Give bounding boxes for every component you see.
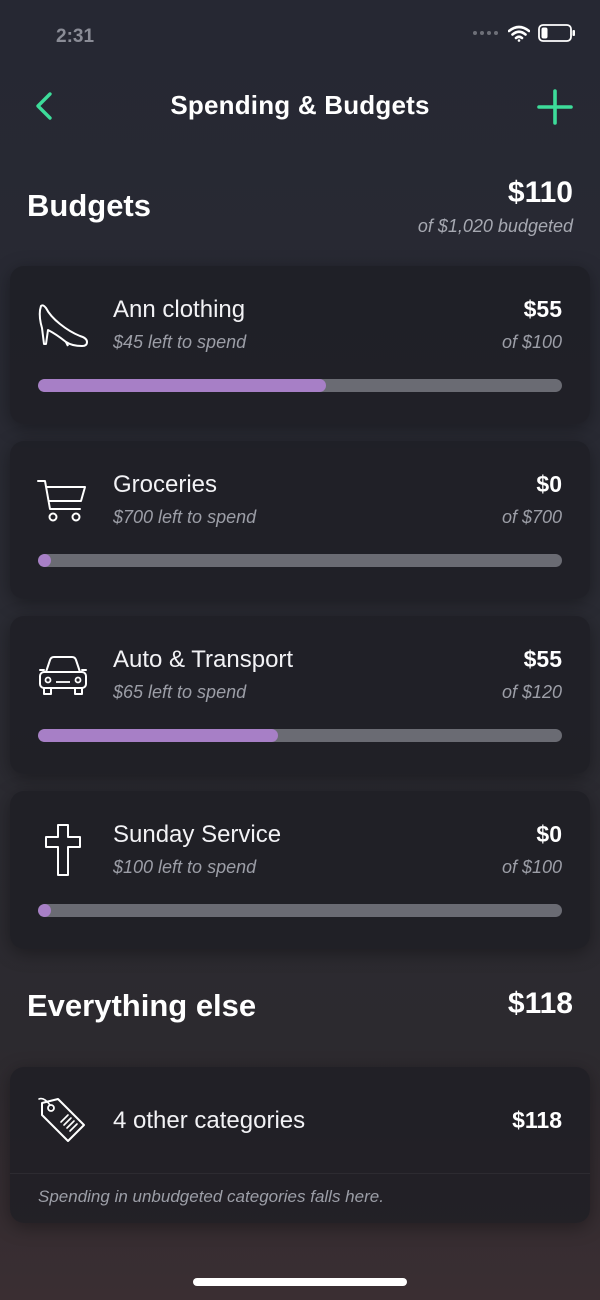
budget-limit: of $700	[501, 507, 562, 527]
budgets-total-budgeted: of $1,020 budgeted	[417, 216, 573, 236]
everything-else-total: $118	[507, 987, 573, 1020]
budgets-total-spent: $110	[507, 176, 573, 209]
budget-card[interactable]: Auto & Transport $65 left to spend $55 o…	[10, 616, 590, 774]
price-tag-icon	[36, 1093, 90, 1147]
budget-progress-fill	[38, 554, 51, 567]
budget-spent: $0	[536, 821, 562, 847]
budget-left-to-spend: $45 left to spend	[113, 332, 247, 352]
cellular-signal-icon	[473, 31, 498, 35]
budgets-title: Budgets	[27, 188, 151, 223]
budget-spent: $55	[523, 296, 562, 322]
budget-left-to-spend: $700 left to spend	[113, 507, 257, 527]
everything-else-header: Everything else $118	[27, 984, 573, 1030]
divider	[10, 1173, 590, 1174]
budget-limit: of $100	[501, 857, 562, 877]
budget-progress-fill	[38, 379, 327, 392]
home-indicator[interactable]	[193, 1278, 407, 1286]
navigation-bar: Spending & Budgets	[0, 74, 600, 138]
budget-card[interactable]: Ann clothing $45 left to spend $55 of $1…	[10, 266, 590, 424]
car-icon	[36, 648, 90, 702]
other-categories-amount: $118	[512, 1107, 562, 1133]
budget-progress-fill	[38, 729, 278, 742]
unbudgeted-note: Spending in unbudgeted categories falls …	[38, 1187, 384, 1206]
budget-left-to-spend: $65 left to spend	[113, 682, 247, 702]
budget-limit: of $100	[501, 332, 562, 352]
other-categories-card[interactable]: 4 other categories $118 Spending in unbu…	[10, 1067, 590, 1223]
budget-card[interactable]: Sunday Service $100 left to spend $0 of …	[10, 791, 590, 949]
budget-card[interactable]: Groceries $700 left to spend $0 of $700	[10, 441, 590, 599]
battery-icon	[538, 24, 576, 42]
high-heel-shoe-icon	[36, 298, 90, 352]
cross-icon	[36, 823, 90, 877]
page-title: Spending & Budgets	[170, 90, 430, 120]
add-budget-button[interactable]	[536, 88, 574, 126]
shopping-cart-icon	[36, 473, 90, 527]
budget-progress-bar	[38, 729, 562, 742]
budget-left-to-spend: $100 left to spend	[113, 857, 257, 877]
budget-progress-fill	[38, 904, 51, 917]
budget-progress-bar	[38, 379, 562, 392]
budget-spent: $55	[523, 646, 562, 672]
budget-name: Ann clothing	[113, 296, 246, 323]
budget-spent: $0	[536, 471, 562, 497]
plus-icon	[536, 88, 574, 126]
budget-name: Groceries	[113, 471, 218, 498]
budget-progress-bar	[38, 554, 562, 567]
budget-name: Auto & Transport	[113, 646, 294, 673]
budget-progress-bar	[38, 904, 562, 917]
budget-name: Sunday Service	[113, 821, 282, 848]
budget-limit: of $120	[501, 682, 562, 702]
wifi-icon	[508, 25, 530, 42]
budgets-header: Budgets $110 of $1,020 budgeted	[27, 176, 573, 240]
status-indicators	[473, 24, 576, 42]
everything-else-title: Everything else	[27, 988, 257, 1023]
status-time: 2:31	[56, 26, 95, 47]
other-categories-label: 4 other categories	[113, 1107, 306, 1134]
status-bar: 2:31	[0, 0, 600, 74]
